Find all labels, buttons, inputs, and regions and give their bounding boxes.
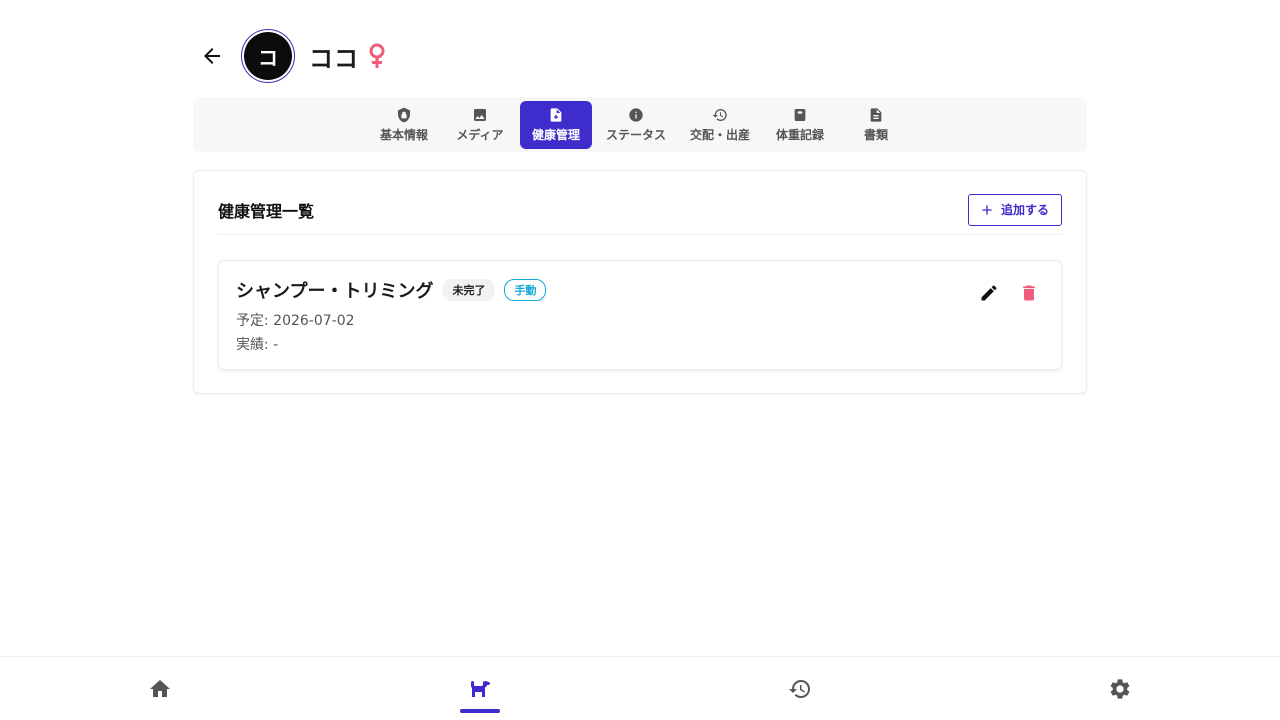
image-icon — [473, 108, 486, 121]
avatar-initial: コ — [244, 32, 292, 80]
trash-icon — [1023, 285, 1035, 301]
tab-bar: 基本情報 メディア 健康管理 ステータス 交配・出産 体重記録 書類 — [193, 97, 1087, 152]
medical-document-icon — [550, 107, 562, 122]
tab-label: 健康管理 — [531, 127, 580, 142]
item-title: シャンプー・トリミング — [236, 281, 434, 302]
plus-icon — [982, 204, 992, 215]
tab-breeding[interactable]: 交配・出産 — [680, 101, 760, 149]
tab-label: 交配・出産 — [690, 127, 751, 142]
tab-media[interactable]: メディア — [444, 101, 516, 149]
page: コ ココ 基本情報 メディア 健康管理 ステータス 交配・出産 体重記録 書類 … — [0, 0, 1280, 720]
pencil-icon — [981, 285, 997, 301]
tab-weight[interactable]: 体重記録 — [764, 101, 836, 149]
history-icon — [712, 108, 727, 121]
add-button-label: 追加する — [1000, 203, 1049, 217]
back-button[interactable] — [193, 37, 231, 75]
status-badge: 未完了 — [442, 279, 496, 301]
female-icon — [367, 43, 387, 69]
tab-health[interactable]: 健康管理 — [519, 100, 592, 149]
scheduled-date: 予定: 2026-07-02 — [236, 313, 355, 329]
settings-gear-icon — [1110, 678, 1130, 699]
add-button[interactable]: 追加する — [967, 193, 1062, 226]
tab-label: 基本情報 — [379, 127, 428, 142]
dog-icon — [471, 680, 490, 697]
health-card: 健康管理一覧 追加する シャンプー・トリミング 未完了 手動 予定: 2026-… — [193, 170, 1087, 394]
bottom-navigation — [0, 656, 1280, 720]
tab-label: 体重記録 — [776, 127, 825, 142]
card-title: 健康管理一覧 — [218, 201, 315, 221]
health-item: シャンプー・トリミング 未完了 手動 予定: 2026-07-02 実績: - — [218, 260, 1062, 370]
tab-documents[interactable]: 書類 — [840, 101, 912, 149]
scale-icon — [794, 108, 806, 121]
tab-status[interactable]: ステータス — [596, 101, 676, 149]
document-icon — [870, 107, 882, 122]
tab-label: ステータス — [605, 127, 666, 142]
home-icon — [150, 679, 170, 697]
item-actions — [977, 281, 1041, 305]
shield-icon — [397, 107, 410, 122]
nav-pets[interactable] — [320, 657, 640, 720]
info-icon — [629, 107, 643, 122]
actual-date: 実績: - — [236, 337, 279, 353]
card-header: 健康管理一覧 追加する — [218, 193, 1062, 235]
avatar: コ — [241, 29, 295, 83]
tab-basic-info[interactable]: 基本情報 — [368, 101, 440, 149]
pet-name: ココ — [309, 44, 359, 73]
nav-settings[interactable] — [960, 657, 1280, 720]
delete-button[interactable] — [1017, 281, 1041, 305]
arrow-left-icon — [204, 48, 220, 64]
pet-header: コ ココ — [193, 28, 387, 84]
nav-history[interactable] — [640, 657, 960, 720]
tab-label: メディア — [456, 127, 504, 142]
history-icon — [789, 679, 810, 698]
item-title-row: シャンプー・トリミング 未完了 手動 — [236, 277, 547, 303]
tab-label: 書類 — [864, 127, 889, 142]
edit-button[interactable] — [977, 281, 1001, 305]
source-badge: 手動 — [504, 279, 547, 301]
active-indicator — [460, 709, 500, 713]
nav-home[interactable] — [0, 657, 320, 720]
